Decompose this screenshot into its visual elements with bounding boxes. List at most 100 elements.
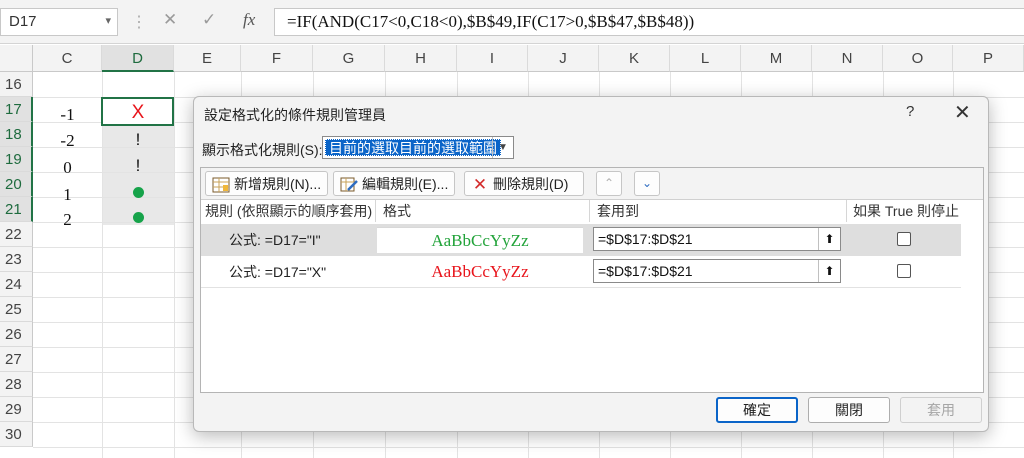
row-header-24[interactable]: 24	[0, 272, 33, 297]
show-rules-dropdown[interactable]: 目前的選取目前的選取範圍 ▼	[322, 136, 514, 159]
cancel-icon[interactable]: ✕	[163, 10, 177, 30]
ok-button[interactable]: 確定	[716, 397, 798, 423]
new-rule-icon	[212, 177, 230, 193]
dialog-title: 設定格式化的條件規則管理員	[204, 107, 386, 123]
chevron-up-icon: ⌃	[603, 176, 615, 190]
formula-bar: D17 ▾ ⋮ ✕ ✓ fx =IF(AND(C17<0,C18<0),$B$4…	[0, 0, 1024, 44]
collapse-range-icon[interactable]: ⬆	[818, 228, 840, 250]
row-header-26[interactable]: 26	[0, 322, 33, 347]
column-header-c[interactable]: C	[33, 45, 102, 72]
help-icon[interactable]: ?	[906, 103, 914, 120]
rule-formula: 公式: =D17="X"	[229, 264, 327, 280]
chevron-down-icon[interactable]: ▾	[105, 14, 111, 27]
column-header-j[interactable]: J	[528, 45, 599, 72]
applies-to-input[interactable]: =$D$17:$D$21 ⬆	[593, 259, 841, 283]
rules-panel: 新增規則(N)... 編輯規則(E)... ✕ 刪除規則(D) ⌃ ⌄ 規則 (依…	[200, 167, 984, 393]
row-header-21[interactable]: 21	[0, 197, 33, 222]
column-header-f[interactable]: F	[241, 45, 313, 72]
insert-function-icon[interactable]: fx	[243, 10, 255, 30]
header-stop-if-true: 如果 True 則停止	[853, 203, 960, 219]
row-header-16[interactable]: 16	[0, 72, 33, 97]
close-button[interactable]: 關閉	[808, 397, 890, 423]
name-box[interactable]: D17 ▾	[0, 8, 118, 36]
edit-rule-icon	[340, 177, 358, 192]
row-header-19[interactable]: 19	[0, 147, 33, 172]
move-down-button[interactable]: ⌄	[634, 171, 660, 196]
rules-toolbar: 新增規則(N)... 編輯規則(E)... ✕ 刪除規則(D) ⌃ ⌄	[201, 168, 983, 200]
header-divider	[589, 200, 590, 222]
header-format: 格式	[383, 203, 411, 219]
column-header-k[interactable]: K	[599, 45, 670, 72]
row-header-25[interactable]: 25	[0, 297, 33, 322]
cell-d21[interactable]	[102, 205, 174, 230]
stop-if-true-checkbox[interactable]	[897, 264, 911, 278]
header-applies-to: 套用到	[597, 203, 639, 219]
cell-d17[interactable]: X	[102, 100, 174, 125]
delete-rule-label: 刪除規則(D)	[493, 176, 569, 192]
cell-c18[interactable]: -2	[33, 128, 102, 153]
cell-d20[interactable]	[102, 180, 174, 205]
cell-d19[interactable]: !	[102, 153, 174, 178]
collapse-range-icon[interactable]: ⬆	[818, 260, 840, 282]
cell-d18[interactable]: !	[102, 127, 174, 152]
column-header-n[interactable]: N	[812, 45, 883, 72]
format-preview: AaBbCcYyZz	[377, 259, 583, 285]
row-header-20[interactable]: 20	[0, 172, 33, 197]
chevron-down-icon[interactable]: ▼	[492, 137, 513, 158]
grid-line	[174, 72, 175, 458]
column-header-d[interactable]: D	[102, 45, 174, 72]
stop-if-true-checkbox[interactable]	[897, 232, 911, 246]
column-header-l[interactable]: L	[670, 45, 741, 72]
row-header-18[interactable]: 18	[0, 122, 33, 147]
rule-row[interactable]: 公式: =D17="I" AaBbCcYyZz =$D$17:$D$21 ⬆	[201, 224, 961, 256]
new-rule-label: 新增規則(N)...	[234, 176, 322, 192]
cell-c20[interactable]: 1	[33, 182, 102, 207]
edit-rule-button[interactable]: 編輯規則(E)...	[333, 171, 456, 196]
select-all-corner[interactable]	[0, 45, 33, 72]
new-rule-button[interactable]: 新增規則(N)...	[205, 171, 329, 196]
column-header-i[interactable]: I	[457, 45, 528, 72]
row-header-29[interactable]: 29	[0, 397, 33, 422]
green-dot-icon	[132, 212, 144, 224]
column-header-e[interactable]: E	[174, 45, 241, 72]
applies-to-value: =$D$17:$D$21	[598, 263, 693, 279]
column-header-m[interactable]: M	[741, 45, 812, 72]
enter-icon[interactable]: ✓	[202, 10, 216, 30]
applies-to-value: =$D$17:$D$21	[598, 231, 693, 247]
applies-to-input[interactable]: =$D$17:$D$21 ⬆	[593, 227, 841, 251]
row-header-23[interactable]: 23	[0, 247, 33, 272]
delete-rule-button[interactable]: ✕ 刪除規則(D)	[464, 171, 584, 196]
grid-line	[33, 447, 1024, 448]
rule-formula: 公式: =D17="I"	[229, 232, 321, 248]
row-header-22[interactable]: 22	[0, 222, 33, 247]
header-rule: 規則 (依照顯示的順序套用)	[205, 203, 373, 219]
row-header-17[interactable]: 17	[0, 97, 33, 122]
apply-button[interactable]: 套用	[900, 397, 982, 423]
formula-input[interactable]: =IF(AND(C17<0,C18<0),$B$49,IF(C17>0,$B$4…	[274, 8, 1024, 36]
rule-row[interactable]: 公式: =D17="X" AaBbCcYyZz =$D$17:$D$21 ⬆	[201, 256, 961, 288]
column-header-g[interactable]: G	[313, 45, 385, 72]
name-box-value: D17	[9, 13, 37, 30]
green-dot-icon	[132, 187, 144, 199]
show-rules-label: 顯示格式化規則(S):	[202, 142, 323, 158]
cell-c19[interactable]: 0	[33, 155, 102, 180]
header-divider	[846, 200, 847, 222]
move-up-button[interactable]: ⌃	[596, 171, 622, 196]
column-header-p[interactable]: P	[953, 45, 1024, 72]
cell-c17[interactable]: -1	[33, 102, 102, 127]
close-icon[interactable]: ✕	[954, 100, 971, 125]
chevron-down-icon: ⌄	[641, 176, 653, 190]
format-preview: AaBbCcYyZz	[377, 227, 583, 253]
conditional-format-rules-manager-dialog: 設定格式化的條件規則管理員 ? ✕ 顯示格式化規則(S): 目前的選取目前的選取…	[193, 96, 989, 432]
row-header-30[interactable]: 30	[0, 422, 33, 447]
edit-rule-label: 編輯規則(E)...	[362, 176, 449, 192]
header-divider	[375, 200, 376, 222]
column-header-h[interactable]: H	[385, 45, 457, 72]
cell-c21[interactable]: 2	[33, 207, 102, 232]
column-header-o[interactable]: O	[883, 45, 953, 72]
formula-bar-divider: ⋮	[131, 14, 147, 31]
delete-icon: ✕	[472, 175, 488, 195]
row-header-27[interactable]: 27	[0, 347, 33, 372]
show-rules-value: 目前的選取目前的選取範圍	[325, 139, 501, 156]
row-header-28[interactable]: 28	[0, 372, 33, 397]
